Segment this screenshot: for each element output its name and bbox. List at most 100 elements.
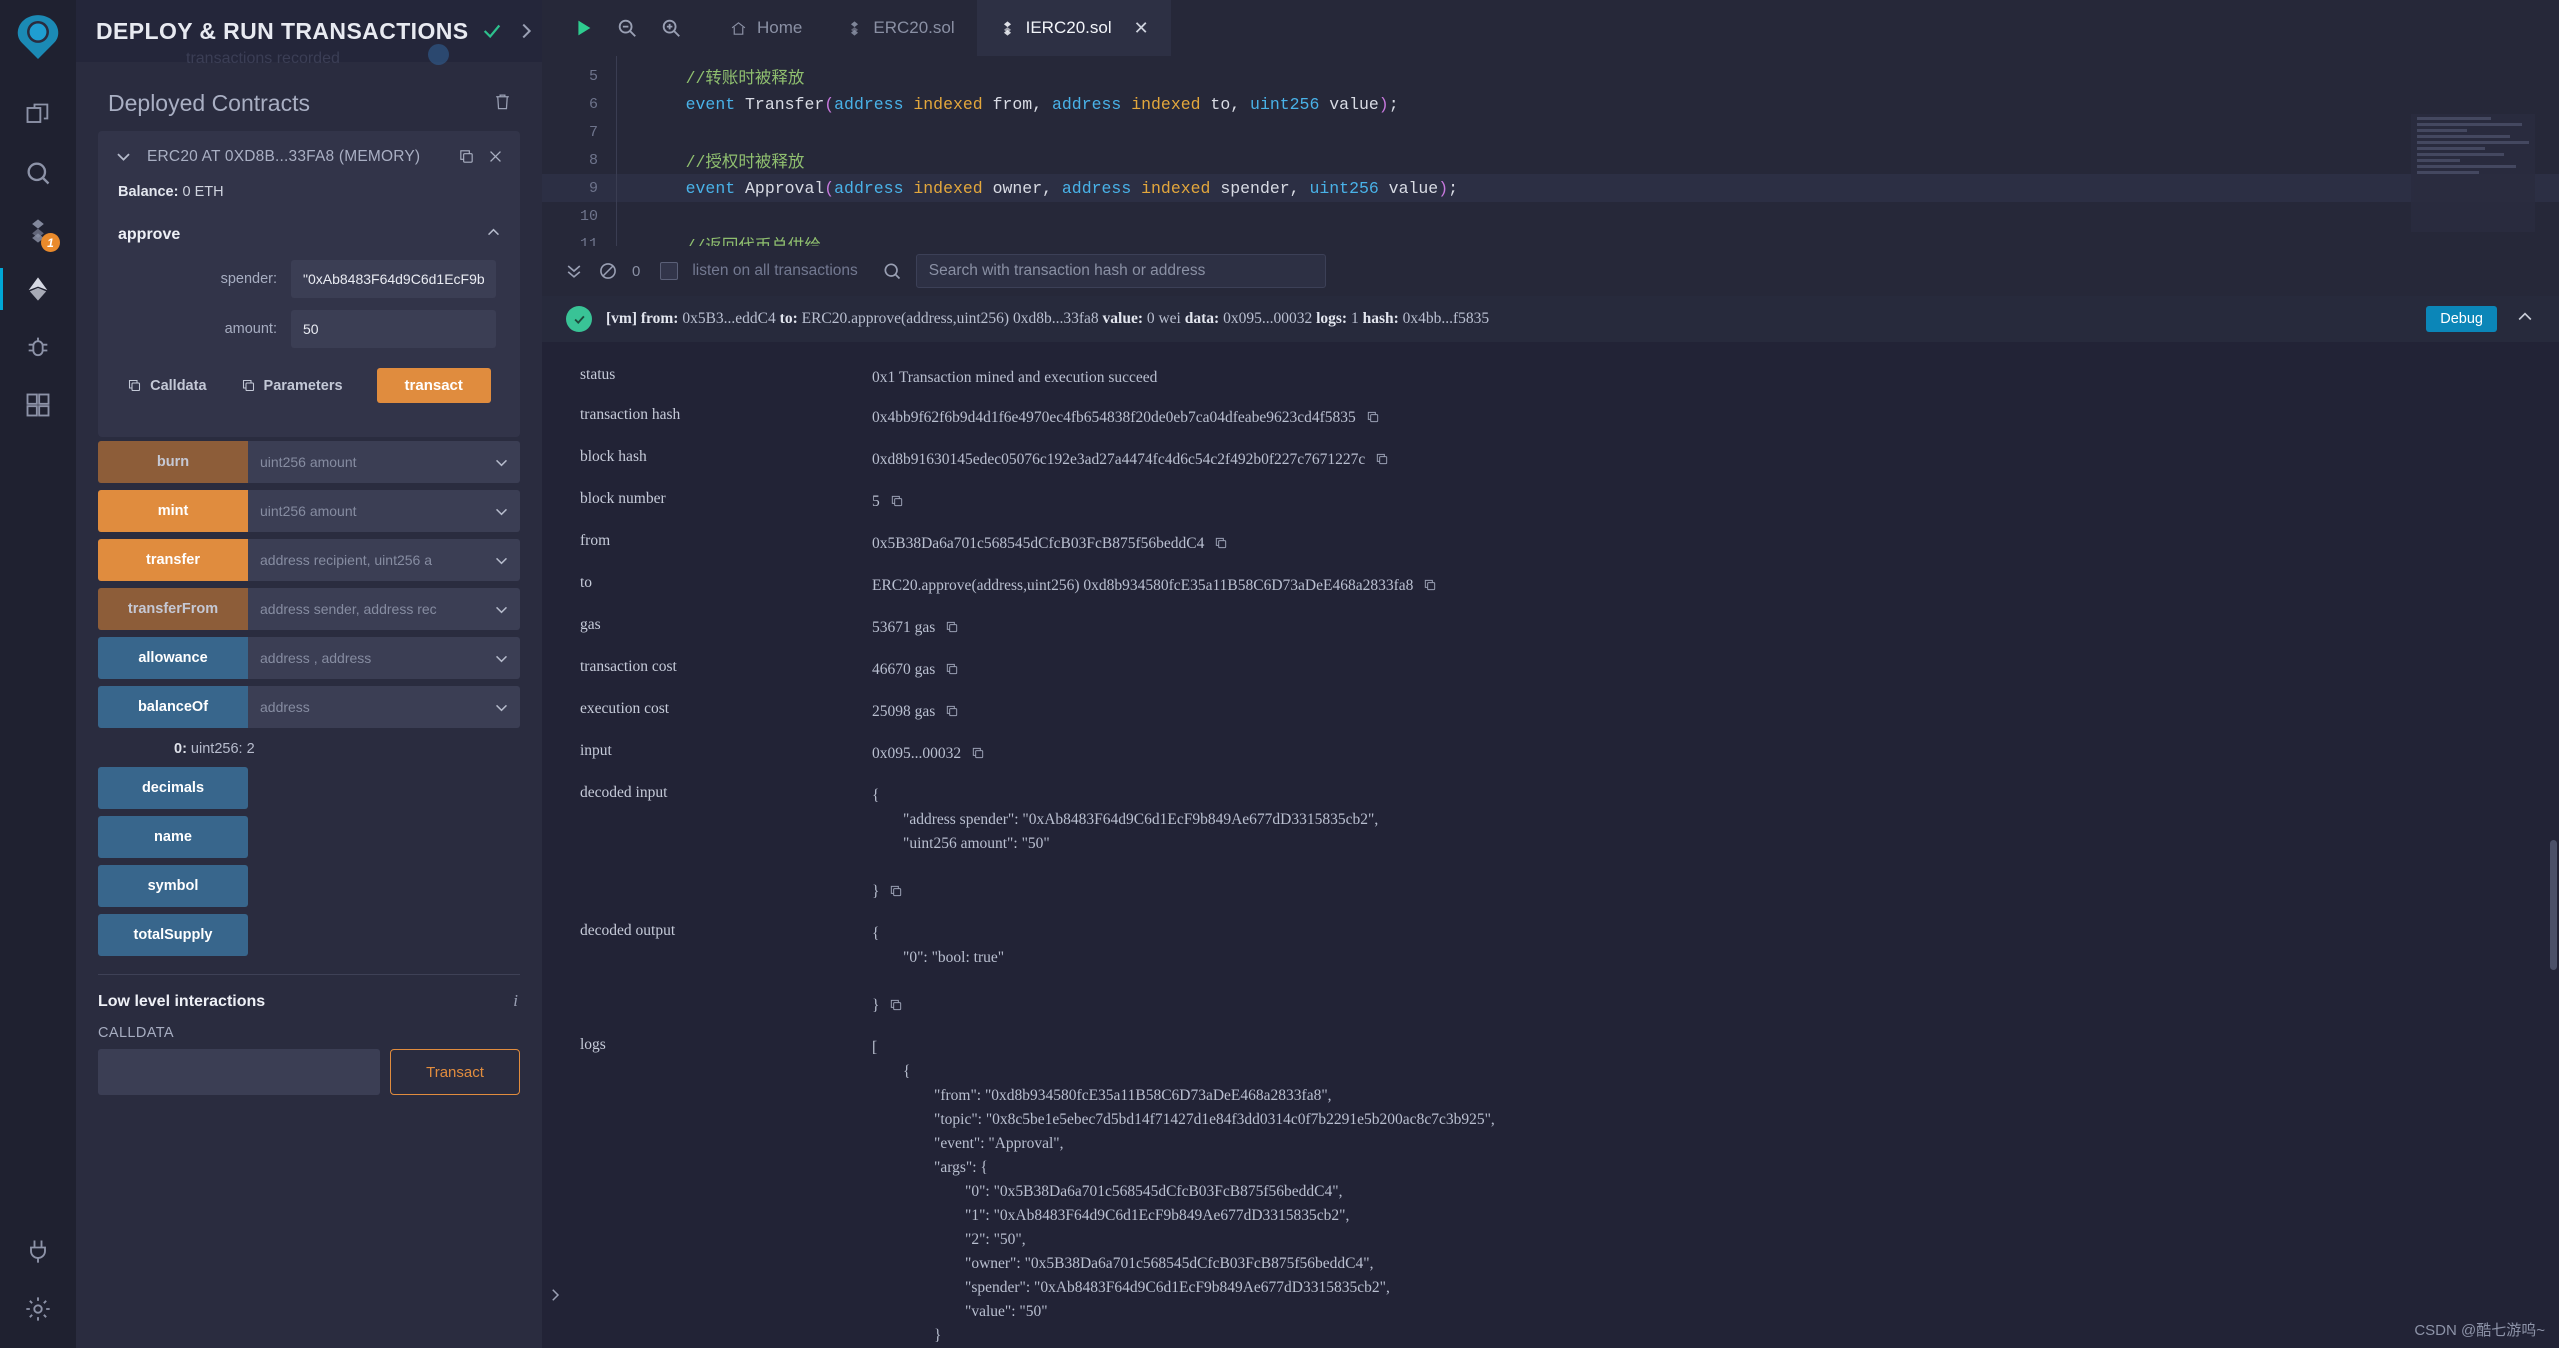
clear-console-icon[interactable] <box>598 261 618 281</box>
sidebar-item-deploy-run[interactable] <box>0 260 76 318</box>
copy-icon[interactable] <box>1214 534 1228 558</box>
copy-icon[interactable] <box>1423 576 1437 600</box>
function-row: transferFrom address sender, address rec <box>98 588 520 630</box>
approve-transact-button[interactable]: transact <box>376 368 491 403</box>
zoom-in-icon[interactable] <box>660 17 682 39</box>
debug-button[interactable]: Debug <box>2426 306 2497 332</box>
sidebar-item-search[interactable] <box>0 144 76 202</box>
contract-card-header[interactable]: ERC20 AT 0XD8B...33FA8 (MEMORY) <box>98 141 520 166</box>
code-line: 6 event Transfer(address indexed from, a… <box>542 90 2559 118</box>
detail-value: { "address spender": "0xAb8483F64d9C6d1E… <box>872 784 1378 906</box>
trash-icon[interactable] <box>493 92 512 116</box>
function-button-mint[interactable]: mint <box>98 490 248 532</box>
expand-panel-icon[interactable] <box>542 1282 568 1308</box>
copy-calldata-button[interactable]: Calldata <box>127 378 207 394</box>
gear-icon[interactable] <box>0 1280 76 1338</box>
copy-icon[interactable] <box>971 744 985 768</box>
tab-ierc20-sol[interactable]: IERC20.sol ✕ <box>976 0 1171 56</box>
listen-all-checkbox[interactable] <box>660 262 679 280</box>
sidebar-item-debugger[interactable] <box>0 318 76 376</box>
function-button-totalSupply[interactable]: totalSupply <box>98 914 248 956</box>
chevron-down-icon[interactable] <box>482 686 520 728</box>
sidebar-item-plugin-manager[interactable] <box>0 376 76 434</box>
function-button-decimals[interactable]: decimals <box>98 767 248 809</box>
spender-input[interactable] <box>291 260 496 298</box>
line-content: //转账时被释放 <box>685 69 805 88</box>
function-args-input[interactable]: uint256 amount <box>248 441 482 483</box>
amount-input[interactable] <box>291 310 496 348</box>
copy-address-icon[interactable] <box>458 148 475 165</box>
copy-icon[interactable] <box>945 702 959 726</box>
chevron-down-icon[interactable] <box>114 147 133 166</box>
function-args-input[interactable]: uint256 amount <box>248 490 482 532</box>
function-button-transferFrom[interactable]: transferFrom <box>98 588 248 630</box>
chevron-right-icon[interactable] <box>515 20 537 42</box>
terminal-scrollbar[interactable] <box>2550 840 2557 970</box>
chevron-down-icon[interactable] <box>482 539 520 581</box>
solidity-icon <box>851 20 859 36</box>
copy-parameters-button[interactable]: Parameters <box>241 378 343 394</box>
function-args-input[interactable]: address sender, address rec <box>248 588 482 630</box>
code-line: 5 //转账时被释放 <box>542 62 2559 90</box>
line-content: event Transfer(address indexed from, add… <box>685 94 1399 114</box>
close-icon[interactable] <box>487 148 504 165</box>
editor-minimap[interactable] <box>2411 114 2535 232</box>
calldata-input[interactable] <box>98 1049 380 1095</box>
transaction-header[interactable]: [vm] from: 0x5B3...eddC4 to: ERC20.appro… <box>542 296 2559 342</box>
detail-value: 46670 gas <box>872 658 959 684</box>
copy-icon[interactable] <box>1366 408 1380 432</box>
function-button-transfer[interactable]: transfer <box>98 539 248 581</box>
detail-row: to ERC20.approve(address,uint256) 0xd8b9… <box>542 566 2559 608</box>
tab-erc20-sol[interactable]: ERC20.sol <box>824 0 976 56</box>
plug-icon[interactable] <box>0 1222 76 1280</box>
chevron-down-icon[interactable] <box>482 637 520 679</box>
copy-icon[interactable] <box>945 660 959 684</box>
low-level-transact-button[interactable]: Transact <box>390 1049 520 1095</box>
detail-value: 25098 gas <box>872 700 959 726</box>
close-icon[interactable]: ✕ <box>1134 18 1149 39</box>
sidebar-item-solidity-compiler[interactable]: 1 <box>0 202 76 260</box>
zoom-out-icon[interactable] <box>616 17 638 39</box>
function-row: transfer address recipient, uint256 a <box>98 539 520 581</box>
function-button-burn[interactable]: burn <box>98 441 248 483</box>
function-button-symbol[interactable]: symbol <box>98 865 248 907</box>
parameters-label: Parameters <box>263 377 343 394</box>
copy-icon[interactable] <box>889 996 903 1020</box>
detail-value: { "0": "bool: true" } <box>872 922 1004 1020</box>
chevron-up-icon[interactable] <box>485 224 502 246</box>
function-row: symbol <box>98 865 520 907</box>
function-button-allowance[interactable]: allowance <box>98 637 248 679</box>
compiler-badge: 1 <box>41 233 60 252</box>
terminal-toolbar: 0 listen on all transactions Search with… <box>542 246 2559 296</box>
main-area: Home ERC20.sol IERC20.sol ✕ 5 //转账时被释放 6… <box>542 0 2559 1348</box>
function-args-input[interactable]: address , address <box>248 637 482 679</box>
detail-row: decoded input { "address spender": "0xAb… <box>542 776 2559 914</box>
transaction-search-input[interactable]: Search with transaction hash or address <box>915 254 1326 288</box>
tab-label: ERC20.sol <box>873 18 955 37</box>
function-args-input[interactable]: address recipient, uint256 a <box>248 539 482 581</box>
detail-value: 0x1 Transaction mined and execution succ… <box>872 369 1158 386</box>
sidebar-item-file-explorer[interactable] <box>0 86 76 144</box>
pending-count: 0 <box>632 262 641 280</box>
chevron-up-icon[interactable] <box>2515 307 2535 332</box>
detail-value: 0x4bb9f62f6b9d4d1f6e4970ec4fb654838f20de… <box>872 406 1380 432</box>
panel-header: DEPLOY & RUN TRANSACTIONS <box>76 0 542 62</box>
run-icon[interactable] <box>572 17 594 39</box>
chevron-down-icon[interactable] <box>482 441 520 483</box>
code-editor[interactable]: 5 //转账时被释放 6 event Transfer(address inde… <box>542 56 2559 246</box>
tab-home[interactable]: Home <box>708 0 824 56</box>
search-icon[interactable] <box>882 261 902 281</box>
deployed-contract-card: ERC20 AT 0XD8B...33FA8 (MEMORY) Balance:… <box>98 131 520 437</box>
copy-icon[interactable] <box>890 492 904 516</box>
chevron-down-icon[interactable] <box>482 588 520 630</box>
chevron-down-icon[interactable] <box>482 490 520 532</box>
function-args-input[interactable]: address <box>248 686 482 728</box>
info-icon[interactable]: i <box>513 991 518 1011</box>
copy-icon[interactable] <box>889 882 903 906</box>
function-button-name[interactable]: name <box>98 816 248 858</box>
function-button-balanceOf[interactable]: balanceOf <box>98 686 248 728</box>
collapse-all-icon[interactable] <box>564 261 584 281</box>
copy-icon[interactable] <box>1375 450 1389 474</box>
copy-icon[interactable] <box>945 618 959 642</box>
detail-row: gas 53671 gas <box>542 608 2559 650</box>
